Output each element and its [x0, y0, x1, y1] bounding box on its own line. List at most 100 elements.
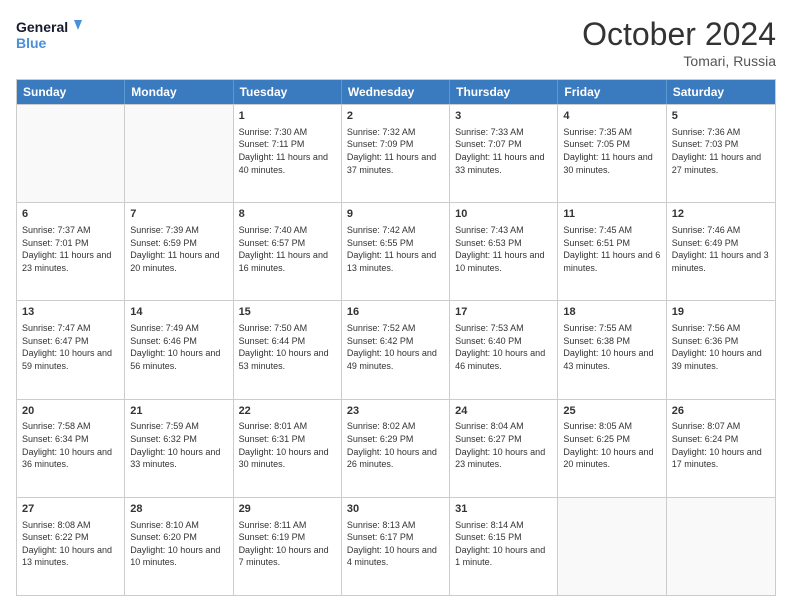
- day-info-26: Sunrise: 8:07 AM Sunset: 6:24 PM Dayligh…: [672, 420, 770, 470]
- day-info-24: Sunrise: 8:04 AM Sunset: 6:27 PM Dayligh…: [455, 420, 552, 470]
- day-cell-21: 21Sunrise: 7:59 AM Sunset: 6:32 PM Dayli…: [125, 400, 233, 497]
- day-cell-28: 28Sunrise: 8:10 AM Sunset: 6:20 PM Dayli…: [125, 498, 233, 595]
- day-info-27: Sunrise: 8:08 AM Sunset: 6:22 PM Dayligh…: [22, 519, 119, 569]
- logo: General Blue: [16, 16, 86, 56]
- day-cell-8: 8 Sunrise: 7:40 AM Sunset: 6:57 PM Daylig…: [234, 203, 342, 300]
- day-info-18: Sunrise: 7:55 AM Sunset: 6:38 PM Dayligh…: [563, 322, 660, 372]
- day-info-17: Sunrise: 7:53 AM Sunset: 6:40 PM Dayligh…: [455, 322, 552, 372]
- header-monday: Monday: [125, 80, 233, 104]
- day-cell-16: 16Sunrise: 7:52 AM Sunset: 6:42 PM Dayli…: [342, 301, 450, 398]
- day-number-3: 3: [455, 109, 552, 124]
- day-info-11: Sunrise: 7:45 AM Sunset: 6:51 PM Dayligh…: [563, 224, 660, 274]
- header-friday: Friday: [558, 80, 666, 104]
- logo-svg: General Blue: [16, 16, 86, 56]
- day-cell-6: 6Sunrise: 7:37 AM Sunset: 7:01 PM Daylig…: [17, 203, 125, 300]
- day-number-11: 11: [563, 207, 660, 222]
- title-block: October 2024 Tomari, Russia: [582, 16, 776, 69]
- day-number-5: 5: [672, 109, 770, 124]
- day-cell-11: 11 Sunrise: 7:45 AM Sunset: 6:51 PM Dayli…: [558, 203, 666, 300]
- day-number-26: 26: [672, 404, 770, 419]
- day-cell-24: 24Sunrise: 8:04 AM Sunset: 6:27 PM Dayli…: [450, 400, 558, 497]
- month-title: October 2024: [582, 16, 776, 53]
- week-row-2: 6Sunrise: 7:37 AM Sunset: 7:01 PM Daylig…: [17, 202, 775, 300]
- day-cell-14: 14Sunrise: 7:49 AM Sunset: 6:46 PM Dayli…: [125, 301, 233, 398]
- day-info-2: Sunrise: 7:32 AM Sunset: 7:09 PM Dayligh…: [347, 126, 444, 176]
- location: Tomari, Russia: [582, 53, 776, 69]
- day-info-25: Sunrise: 8:05 AM Sunset: 6:25 PM Dayligh…: [563, 420, 660, 470]
- day-cell-23: 23Sunrise: 8:02 AM Sunset: 6:29 PM Dayli…: [342, 400, 450, 497]
- day-number-1: 1: [239, 109, 336, 124]
- calendar: Sunday Monday Tuesday Wednesday Thursday…: [16, 79, 776, 596]
- day-cell-29: 29 Sunrise: 8:11 AM Sunset: 6:19 PM Dayli…: [234, 498, 342, 595]
- day-number-4: 4: [563, 109, 660, 124]
- header-saturday: Saturday: [667, 80, 775, 104]
- header-tuesday: Tuesday: [234, 80, 342, 104]
- day-info-21: Sunrise: 7:59 AM Sunset: 6:32 PM Dayligh…: [130, 420, 227, 470]
- day-info-19: Sunrise: 7:56 AM Sunset: 6:36 PM Dayligh…: [672, 322, 770, 372]
- day-cell-15: 15Sunrise: 7:50 AM Sunset: 6:44 PM Dayli…: [234, 301, 342, 398]
- day-info-8: Sunrise: 7:40 AM Sunset: 6:57 PM Dayligh…: [239, 224, 336, 274]
- week-row-5: 27Sunrise: 8:08 AM Sunset: 6:22 PM Dayli…: [17, 497, 775, 595]
- day-cell-19: 19 Sunrise: 7:56 AM Sunset: 6:36 PM Dayli…: [667, 301, 775, 398]
- day-number-6: 6: [22, 207, 119, 222]
- day-info-29: Sunrise: 8:11 AM Sunset: 6:19 PM Dayligh…: [239, 519, 336, 569]
- day-cell-5: 5 Sunrise: 7:36 AM Sunset: 7:03 PM Daylig…: [667, 105, 775, 202]
- page: General Blue October 2024 Tomari, Russia…: [0, 0, 792, 612]
- day-info-28: Sunrise: 8:10 AM Sunset: 6:20 PM Dayligh…: [130, 519, 227, 569]
- day-number-20: 20: [22, 404, 119, 419]
- empty-cell: [125, 105, 233, 202]
- day-number-10: 10: [455, 207, 552, 222]
- day-cell-30: 30Sunrise: 8:13 AM Sunset: 6:17 PM Dayli…: [342, 498, 450, 595]
- day-cell-31: 31Sunrise: 8:14 AM Sunset: 6:15 PM Dayli…: [450, 498, 558, 595]
- day-number-19: 19: [672, 305, 770, 320]
- day-number-7: 7: [130, 207, 227, 222]
- empty-cell: [667, 498, 775, 595]
- day-info-9: Sunrise: 7:42 AM Sunset: 6:55 PM Dayligh…: [347, 224, 444, 274]
- day-cell-12: 12 Sunrise: 7:46 AM Sunset: 6:49 PM Dayli…: [667, 203, 775, 300]
- svg-text:General: General: [16, 19, 68, 35]
- empty-cell: [558, 498, 666, 595]
- day-number-30: 30: [347, 502, 444, 517]
- day-info-1: Sunrise: 7:30 AM Sunset: 7:11 PM Dayligh…: [239, 126, 336, 176]
- day-number-2: 2: [347, 109, 444, 124]
- day-cell-4: 4Sunrise: 7:35 AM Sunset: 7:05 PM Daylig…: [558, 105, 666, 202]
- day-number-21: 21: [130, 404, 227, 419]
- day-number-25: 25: [563, 404, 660, 419]
- header-thursday: Thursday: [450, 80, 558, 104]
- day-cell-26: 26Sunrise: 8:07 AM Sunset: 6:24 PM Dayli…: [667, 400, 775, 497]
- day-number-12: 12: [672, 207, 770, 222]
- day-number-8: 8: [239, 207, 336, 222]
- svg-text:Blue: Blue: [16, 35, 47, 51]
- day-info-5: Sunrise: 7:36 AM Sunset: 7:03 PM Dayligh…: [672, 126, 770, 176]
- day-number-9: 9: [347, 207, 444, 222]
- day-info-14: Sunrise: 7:49 AM Sunset: 6:46 PM Dayligh…: [130, 322, 227, 372]
- day-number-29: 29: [239, 502, 336, 517]
- day-info-20: Sunrise: 7:58 AM Sunset: 6:34 PM Dayligh…: [22, 420, 119, 470]
- day-info-13: Sunrise: 7:47 AM Sunset: 6:47 PM Dayligh…: [22, 322, 119, 372]
- day-number-18: 18: [563, 305, 660, 320]
- day-cell-2: 2 Sunrise: 7:32 AM Sunset: 7:09 PM Daylig…: [342, 105, 450, 202]
- day-cell-22: 22Sunrise: 8:01 AM Sunset: 6:31 PM Dayli…: [234, 400, 342, 497]
- day-cell-10: 10Sunrise: 7:43 AM Sunset: 6:53 PM Dayli…: [450, 203, 558, 300]
- day-number-15: 15: [239, 305, 336, 320]
- day-cell-3: 3Sunrise: 7:33 AM Sunset: 7:07 PM Daylig…: [450, 105, 558, 202]
- week-row-3: 13Sunrise: 7:47 AM Sunset: 6:47 PM Dayli…: [17, 300, 775, 398]
- day-info-23: Sunrise: 8:02 AM Sunset: 6:29 PM Dayligh…: [347, 420, 444, 470]
- calendar-header: Sunday Monday Tuesday Wednesday Thursday…: [17, 80, 775, 104]
- day-number-22: 22: [239, 404, 336, 419]
- day-cell-13: 13Sunrise: 7:47 AM Sunset: 6:47 PM Dayli…: [17, 301, 125, 398]
- header-sunday: Sunday: [17, 80, 125, 104]
- day-cell-20: 20Sunrise: 7:58 AM Sunset: 6:34 PM Dayli…: [17, 400, 125, 497]
- day-number-31: 31: [455, 502, 552, 517]
- empty-cell: [17, 105, 125, 202]
- header: General Blue October 2024 Tomari, Russia: [16, 16, 776, 69]
- day-info-16: Sunrise: 7:52 AM Sunset: 6:42 PM Dayligh…: [347, 322, 444, 372]
- day-cell-27: 27Sunrise: 8:08 AM Sunset: 6:22 PM Dayli…: [17, 498, 125, 595]
- day-cell-7: 7Sunrise: 7:39 AM Sunset: 6:59 PM Daylig…: [125, 203, 233, 300]
- day-number-23: 23: [347, 404, 444, 419]
- day-number-24: 24: [455, 404, 552, 419]
- day-cell-18: 18 Sunrise: 7:55 AM Sunset: 6:38 PM Dayli…: [558, 301, 666, 398]
- day-info-12: Sunrise: 7:46 AM Sunset: 6:49 PM Dayligh…: [672, 224, 770, 274]
- day-cell-9: 9 Sunrise: 7:42 AM Sunset: 6:55 PM Daylig…: [342, 203, 450, 300]
- day-cell-17: 17Sunrise: 7:53 AM Sunset: 6:40 PM Dayli…: [450, 301, 558, 398]
